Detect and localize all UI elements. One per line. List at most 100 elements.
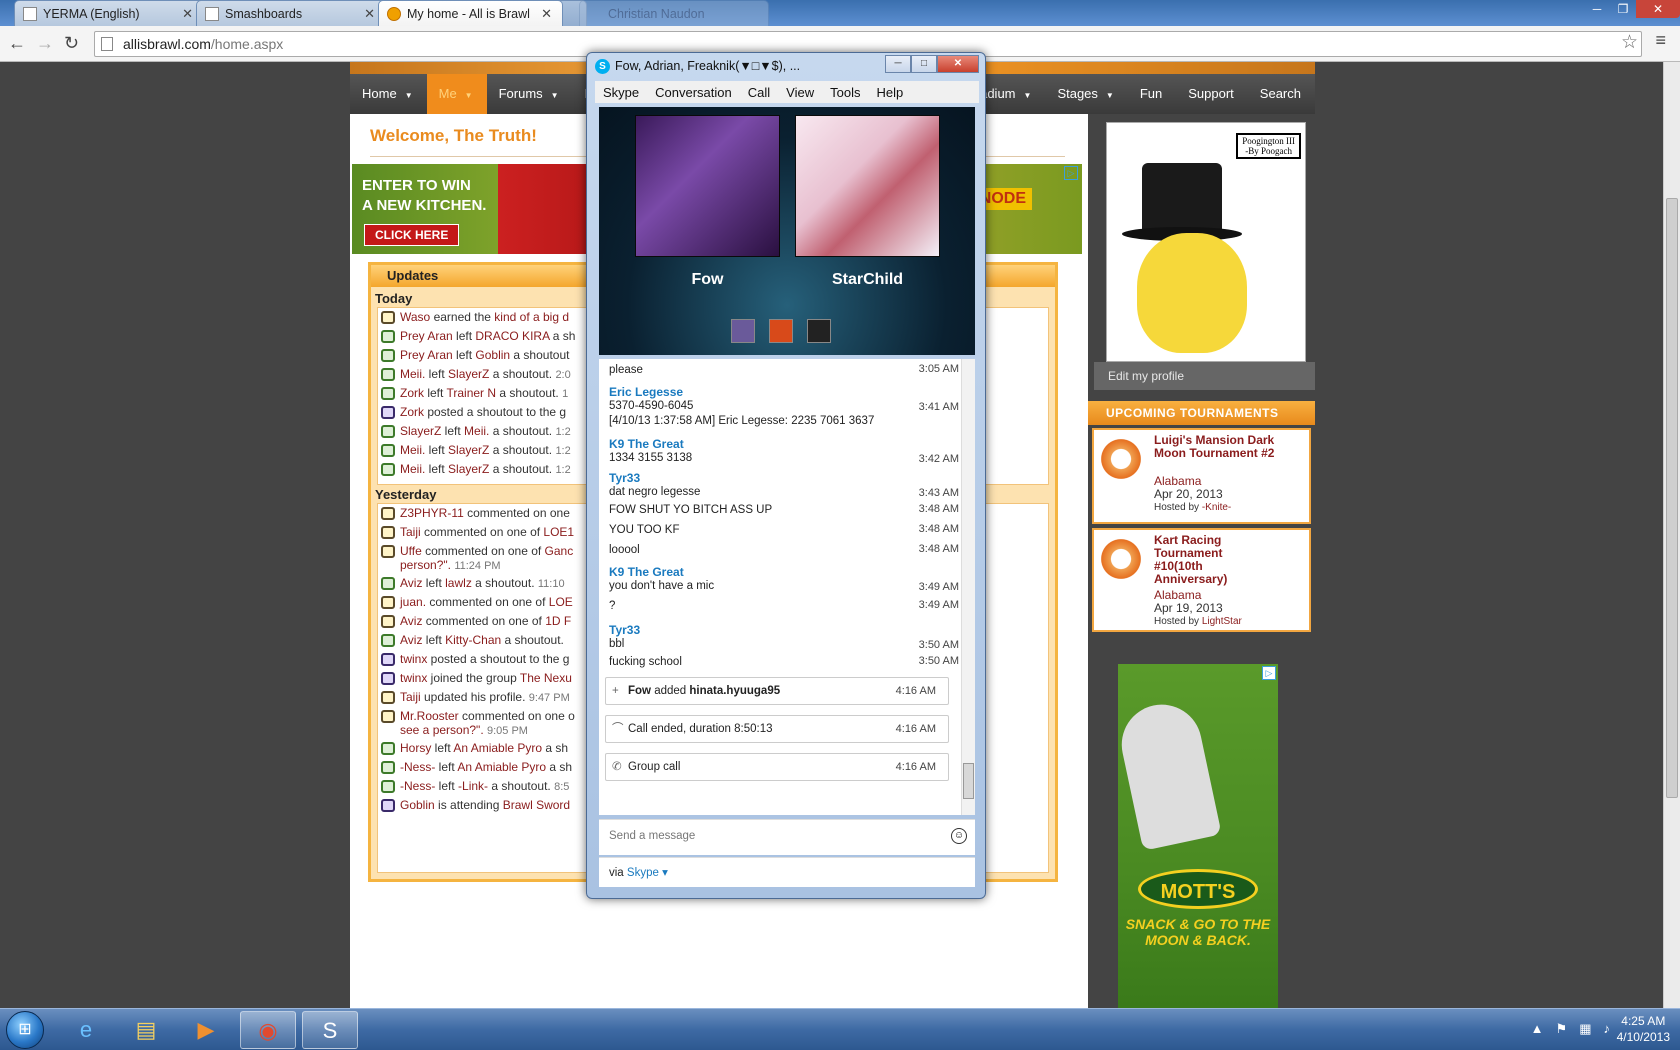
target-link[interactable]: SlayerZ bbox=[448, 367, 489, 381]
ad-cta-button[interactable]: CLICK HERE bbox=[364, 224, 460, 246]
tournament-name[interactable]: Kart Racing Tournament #10(10th Annivers… bbox=[1154, 534, 1264, 586]
explorer-icon[interactable]: ▤ bbox=[118, 1011, 174, 1049]
tab-smashboards[interactable]: Smashboards ✕ bbox=[196, 0, 386, 26]
target-link[interactable]: lawlz bbox=[445, 576, 472, 590]
user-link[interactable]: Waso bbox=[400, 310, 430, 324]
tournament-location[interactable]: Alabama bbox=[1154, 588, 1201, 602]
close-icon[interactable]: ✕ bbox=[364, 6, 375, 22]
ie-icon[interactable]: e bbox=[58, 1011, 114, 1049]
user-link[interactable]: Meii. bbox=[400, 443, 425, 457]
target-link[interactable]: Kitty-Chan bbox=[445, 633, 501, 647]
menu-icon[interactable]: ≡ bbox=[1655, 30, 1666, 51]
close-window-icon[interactable]: ✕ bbox=[1636, 0, 1680, 18]
nav-forums[interactable]: Forums ▼ bbox=[487, 74, 573, 114]
tournament-location[interactable]: Alabama bbox=[1154, 474, 1201, 488]
sender-name[interactable]: Tyr33 bbox=[609, 623, 959, 637]
nav-support[interactable]: Support bbox=[1176, 74, 1248, 114]
target-link[interactable]: LOE1 bbox=[543, 525, 574, 539]
flag-icon[interactable]: ⚑ bbox=[1556, 1021, 1568, 1037]
user-link[interactable]: Taiji bbox=[400, 525, 421, 539]
user-link[interactable]: Z3PHYR-11 bbox=[400, 506, 464, 520]
user-link[interactable]: Prey Aran bbox=[400, 348, 453, 362]
sender-name[interactable]: K9 The Great bbox=[609, 565, 959, 579]
participant-thumb[interactable] bbox=[807, 319, 831, 343]
chat-scrollbar[interactable] bbox=[961, 359, 975, 815]
target-link[interactable]: Ganc bbox=[545, 544, 574, 558]
close-icon[interactable]: ✕ bbox=[541, 6, 552, 22]
user-link[interactable]: Meii. bbox=[400, 462, 425, 476]
target-link[interactable]: LOE bbox=[549, 595, 573, 609]
tab-yerma[interactable]: YERMA (English) ✕ bbox=[14, 0, 204, 26]
target-link[interactable]: SlayerZ bbox=[448, 462, 489, 476]
edit-profile-link[interactable]: Edit my profile bbox=[1094, 362, 1315, 390]
user-link[interactable]: twinx bbox=[400, 652, 427, 666]
tournament-name[interactable]: Luigi's Mansion Dark Moon Tournament #2 bbox=[1154, 434, 1304, 460]
scrollbar-thumb[interactable] bbox=[1666, 198, 1678, 798]
maximize-icon[interactable]: □ bbox=[911, 55, 937, 73]
sender-name[interactable]: K9 The Great bbox=[609, 437, 959, 451]
user-link[interactable]: Zork bbox=[400, 386, 424, 400]
user-link[interactable]: Horsy bbox=[400, 741, 431, 755]
volume-icon[interactable]: ♪ bbox=[1604, 1021, 1611, 1037]
tournament-card[interactable]: Kart Racing Tournament #10(10th Annivers… bbox=[1092, 528, 1311, 632]
nav-fun[interactable]: Fun bbox=[1128, 74, 1176, 114]
adchoices-icon[interactable]: ▷ bbox=[1262, 666, 1276, 680]
menu-conversation[interactable]: Conversation bbox=[647, 85, 740, 100]
message-input[interactable]: Send a message ☺ bbox=[599, 819, 975, 855]
profile-avatar[interactable]: Poogington III -By Poogach bbox=[1106, 122, 1306, 362]
bookmark-star-icon[interactable]: ☆ bbox=[1621, 31, 1638, 54]
sender-name[interactable]: Tyr33 bbox=[609, 471, 959, 485]
close-icon[interactable]: ✕ bbox=[937, 55, 979, 73]
menu-call[interactable]: Call bbox=[740, 85, 778, 100]
user-link[interactable]: Mr.Rooster bbox=[400, 709, 459, 723]
tab-allisbrawl[interactable]: My home - All is Brawl ✕ bbox=[378, 0, 563, 26]
tournament-card[interactable]: Luigi's Mansion Dark Moon Tournament #2 … bbox=[1092, 428, 1311, 524]
tab-background[interactable]: Christian Naudon bbox=[579, 0, 769, 26]
chrome-icon[interactable]: ◉ bbox=[240, 1011, 296, 1049]
nav-home[interactable]: Home ▼ bbox=[350, 74, 427, 114]
target-link[interactable]: -Link- bbox=[458, 779, 488, 793]
host-link[interactable]: -Knite- bbox=[1202, 502, 1231, 513]
start-button[interactable]: ⊞ bbox=[6, 1011, 44, 1049]
user-link[interactable]: Uffe bbox=[400, 544, 422, 558]
menu-view[interactable]: View bbox=[778, 85, 822, 100]
close-icon[interactable]: ✕ bbox=[182, 6, 193, 22]
target-link[interactable]: An Amiable Pyro bbox=[453, 741, 542, 755]
clock[interactable]: 4:25 AM 4/10/2013 bbox=[1617, 1013, 1670, 1045]
user-link[interactable]: Aviz bbox=[400, 614, 422, 628]
skype-taskbar-icon[interactable]: S bbox=[302, 1011, 358, 1049]
target-link[interactable]: An Amiable Pyro bbox=[457, 760, 546, 774]
user-link[interactable]: Goblin bbox=[400, 798, 435, 812]
participant-thumb[interactable] bbox=[769, 319, 793, 343]
page-scrollbar[interactable] bbox=[1663, 62, 1680, 1008]
activity-text[interactable]: see a person?". bbox=[400, 723, 484, 737]
user-link[interactable]: juan. bbox=[400, 595, 426, 609]
target-link[interactable]: kind of a big d bbox=[494, 310, 569, 324]
target-link[interactable]: Brawl Sword bbox=[503, 798, 570, 812]
participant-thumb[interactable] bbox=[731, 319, 755, 343]
activity-text[interactable]: person?". bbox=[400, 558, 451, 572]
user-link[interactable]: Taiji bbox=[400, 690, 421, 704]
motts-ad[interactable]: MOTT'S SNACK & GO TO THE MOON & BACK. ▷ bbox=[1114, 664, 1278, 1008]
user-link[interactable]: Aviz bbox=[400, 633, 422, 647]
scrollbar-thumb[interactable] bbox=[963, 763, 974, 799]
user-link[interactable]: Zork bbox=[400, 405, 424, 419]
minimize-icon[interactable]: ─ bbox=[1584, 0, 1610, 18]
user-link[interactable]: SlayerZ bbox=[400, 424, 441, 438]
back-icon[interactable]: ← bbox=[8, 33, 26, 54]
user-link[interactable]: Aviz bbox=[400, 576, 422, 590]
menu-skype[interactable]: Skype bbox=[595, 85, 647, 100]
adchoices-icon[interactable]: ▷ bbox=[1064, 166, 1078, 180]
target-link[interactable]: The Nexu bbox=[520, 671, 572, 685]
target-link[interactable]: Meii. bbox=[464, 424, 489, 438]
sender-name[interactable]: Eric Legesse bbox=[609, 385, 959, 399]
target-link[interactable]: 1D F bbox=[545, 614, 571, 628]
target-link[interactable]: Trainer N bbox=[446, 386, 496, 400]
user-link[interactable]: -Ness- bbox=[400, 760, 435, 774]
show-hidden-icon[interactable]: ▲ bbox=[1531, 1021, 1544, 1037]
nav-stages[interactable]: Stages ▼ bbox=[1045, 74, 1127, 114]
target-link[interactable]: SlayerZ bbox=[448, 443, 489, 457]
target-link[interactable]: DRACO KIRA bbox=[475, 329, 549, 343]
user-link[interactable]: Meii. bbox=[400, 367, 425, 381]
network-icon[interactable]: ▦ bbox=[1579, 1021, 1591, 1037]
